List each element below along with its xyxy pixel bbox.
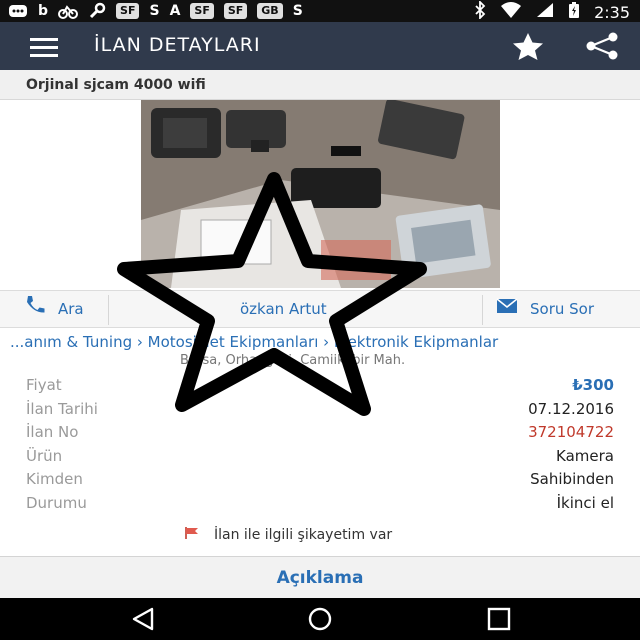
sf-badge: SF [223, 3, 248, 19]
call-button[interactable]: Ara [24, 291, 84, 327]
report-listing-label: İlan ile ilgili şikayetim var [214, 527, 393, 543]
recent-apps-icon[interactable] [484, 606, 514, 632]
notification-letter-a: A [169, 3, 181, 19]
condition-value: İkinci el [556, 493, 614, 512]
info-row-listing-no: İlan No 372104722 [0, 421, 640, 445]
category-breadcrumb[interactable]: ...anım & Tuning › Motosiklet Ekipmanlar… [10, 333, 638, 351]
divider [108, 295, 109, 325]
hamburger-menu-icon[interactable] [30, 38, 58, 57]
info-label: İlan No [26, 423, 79, 442]
share-icon[interactable] [582, 31, 622, 61]
signal-icon [536, 2, 554, 22]
notification-letter-s: S [292, 3, 303, 19]
listing-title: Orjinal sjcam 4000 wifi [0, 70, 640, 100]
system-navigation-bar [0, 598, 640, 640]
product-value: Kamera [556, 446, 614, 465]
info-label: İlan Tarihi [26, 399, 98, 418]
info-label: Kimden [26, 470, 83, 489]
sf-badge: SF [190, 3, 214, 19]
bluetooth-icon [474, 0, 486, 23]
divider [482, 295, 483, 325]
chat-icon [8, 2, 28, 20]
info-row-product: Ürün Kamera [0, 445, 640, 469]
notification-icons: b SF S A SF SF GB S [8, 2, 303, 20]
envelope-icon [496, 291, 518, 327]
home-icon[interactable] [305, 606, 335, 632]
page-title: İLAN DETAYLARI [94, 34, 261, 56]
seller-type-value: Sahibinden [530, 470, 614, 489]
info-row-seller-type: Kimden Sahibinden [0, 468, 640, 492]
clock: 2:35 [594, 2, 630, 22]
status-bar: b SF S A SF SF GB S 2:35 [0, 0, 640, 22]
info-label: Durumu [26, 493, 87, 512]
bike-icon [58, 2, 79, 20]
listing-number-value: 372104722 [528, 423, 614, 442]
call-label: Ara [58, 300, 84, 318]
listing-date-value: 07.12.2016 [528, 399, 614, 418]
ask-question-button[interactable]: Soru Sor [496, 291, 594, 327]
info-row-condition: Durumu İkinci el [0, 492, 640, 516]
listing-photo[interactable] [141, 100, 500, 288]
favorite-star-icon[interactable] [508, 31, 548, 61]
app-bar: İLAN DETAYLARI [0, 22, 640, 70]
ask-question-label: Soru Sor [530, 300, 595, 318]
back-icon[interactable] [128, 606, 158, 632]
gb-badge: GB [257, 3, 283, 19]
seller-name[interactable]: özkan Artut [240, 291, 327, 327]
phone-icon [24, 291, 46, 327]
contact-action-bar: Ara özkan Artut Soru Sor [0, 290, 640, 328]
listing-info-table: Fiyat ₺300 İlan Tarihi 07.12.2016 İlan N… [0, 374, 640, 516]
price-value: ₺300 [572, 376, 614, 394]
wifi-icon [500, 2, 522, 22]
info-label: Fiyat [26, 376, 62, 394]
info-label: Ürün [26, 446, 63, 465]
notification-letter-b: b [38, 3, 49, 19]
system-icons: 2:35 [474, 0, 630, 23]
info-row-price: Fiyat ₺300 [0, 374, 640, 398]
description-tab[interactable]: Açıklama [0, 556, 640, 598]
notification-letter-s: S [149, 3, 160, 19]
battery-icon [568, 1, 580, 23]
wrench-icon [88, 2, 106, 20]
report-listing-link[interactable]: İlan ile ilgili şikayetim var [184, 526, 392, 544]
location-text: Bursa, Orhangazi, Camiikebir Mah. [180, 353, 406, 368]
sf-badge: SF [116, 3, 140, 19]
photo-gallery[interactable] [0, 100, 640, 288]
info-row-date: İlan Tarihi 07.12.2016 [0, 398, 640, 422]
flag-icon [184, 526, 200, 544]
